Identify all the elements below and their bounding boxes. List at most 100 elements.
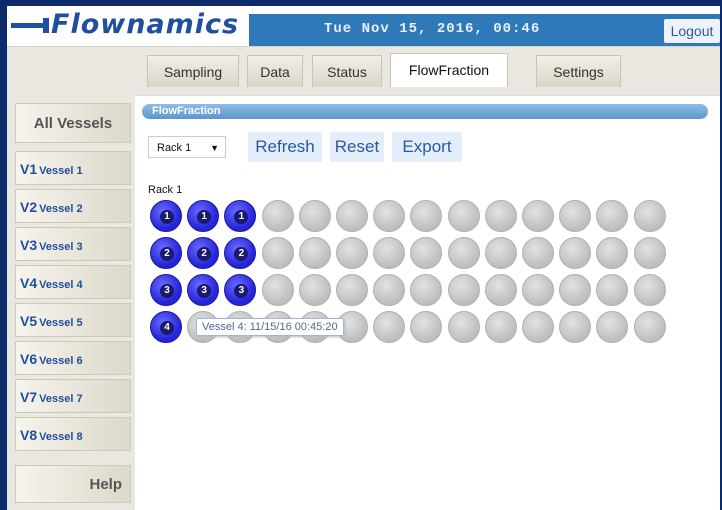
well-r3-c6[interactable] [336,274,368,306]
well-r3-c13[interactable] [596,274,629,306]
vessel-name: Vessel 7 [39,393,83,405]
well-r4-c9[interactable] [447,311,480,343]
vessel-name: Vessel 5 [39,317,83,329]
well-r3-c1[interactable]: 3 [150,274,182,306]
sidebar: All Vessels V1 Vessel 1 V2 Vessel 2 V3 Vessel… [7,95,135,510]
sidebar-item-vessel-6[interactable]: V6 Vessel 6 [15,341,131,375]
logo: Flownamics [7,6,249,44]
header-bar: Tue Nov 15, 2016, 00:46 Logout [249,14,720,46]
well-r2-c6[interactable] [336,237,368,269]
sidebar-item-all-vessels[interactable]: All Vessels [15,103,131,143]
well-r1-c5[interactable] [298,200,331,232]
well-r4-c1[interactable]: 4 [150,311,182,343]
well-number-badge: 1 [234,210,249,224]
well-r2-c2[interactable]: 2 [187,237,220,269]
well-r3-c2[interactable]: 3 [187,274,220,306]
well-number-badge: 1 [197,210,212,224]
tab-sampling[interactable]: Sampling [147,55,239,87]
vessel-code: V7 [20,389,38,405]
well-number-badge: 2 [197,247,212,261]
well-r2-c1[interactable]: 2 [150,237,182,269]
vessel-code: V2 [20,199,38,215]
app-frame: Flownamics Tue Nov 15, 2016, 00:46 Logou… [7,6,720,510]
logout-button[interactable]: Logout [664,19,720,43]
vessel-code: V6 [20,351,38,367]
well-r2-c12[interactable] [559,237,592,269]
sidebar-item-vessel-3[interactable]: V3 Vessel 3 [15,227,131,261]
well-r4-c12[interactable] [559,311,592,343]
well-grid: 1 1 1 2 2 2 3 3 3 4 [138,96,720,356]
sidebar-item-vessel-1[interactable]: V1 Vessel 1 [15,151,131,185]
header-datetime: Tue Nov 15, 2016, 00:46 [324,21,541,37]
well-r2-c5[interactable] [298,237,331,269]
well-r3-c11[interactable] [522,274,554,306]
well-r3-c10[interactable] [484,274,517,306]
well-r4-c8[interactable] [410,311,443,343]
well-r3-c4[interactable] [261,274,294,306]
well-r1-c3[interactable]: 1 [224,200,257,232]
well-r2-c8[interactable] [410,237,443,269]
nav-tabs: Sampling Data Status FlowFraction Settin… [7,46,720,96]
well-r2-c11[interactable] [522,237,554,269]
vessel-name: Vessel 3 [39,241,83,253]
well-r3-c3[interactable]: 3 [224,274,257,306]
well-r4-c7[interactable] [373,311,406,343]
sidebar-item-vessel-7[interactable]: V7 Vessel 7 [15,379,131,413]
tab-data[interactable]: Data [247,55,303,87]
well-r1-c13[interactable] [596,200,629,232]
well-r3-c5[interactable] [298,274,331,306]
well-r2-c10[interactable] [484,237,517,269]
well-r2-c13[interactable] [596,237,629,269]
vessel-name: Vessel 8 [39,431,83,443]
well-r1-c2[interactable]: 1 [187,200,220,232]
vessel-code: V3 [20,237,38,253]
well-r3-c8[interactable] [410,274,443,306]
vessel-name: Vessel 6 [39,355,83,367]
well-r2-c4[interactable] [261,237,294,269]
well-r1-c11[interactable] [522,200,554,232]
vessel-code: V1 [20,161,38,177]
tab-status[interactable]: Status [312,55,382,87]
tab-flowfraction[interactable]: FlowFraction [390,53,508,87]
sidebar-item-vessel-5[interactable]: V5 Vessel 5 [15,303,131,337]
well-r1-c12[interactable] [559,200,592,232]
well-r4-c11[interactable] [522,311,554,343]
well-r2-c14[interactable] [633,237,666,269]
well-r1-c9[interactable] [447,200,480,232]
well-r1-c1[interactable]: 1 [150,200,182,232]
well-number-badge: 4 [160,321,174,335]
tab-settings[interactable]: Settings [536,55,621,87]
well-r1-c4[interactable] [261,200,294,232]
tooltip: Vessel 4: 11/15/16 00:45:20 [196,318,344,336]
well-r1-c8[interactable] [410,200,443,232]
well-number-badge: 2 [234,247,249,261]
vessel-name: Vessel 1 [39,165,83,177]
well-r3-c7[interactable] [373,274,406,306]
sidebar-item-vessel-8[interactable]: V8 Vessel 8 [15,417,131,451]
well-r2-c3[interactable]: 2 [224,237,257,269]
well-number-badge: 1 [160,210,174,224]
well-r3-c12[interactable] [559,274,592,306]
well-number-badge: 2 [160,247,174,261]
well-r4-c14[interactable] [633,311,666,343]
sidebar-item-vessel-2[interactable]: V2 Vessel 2 [15,189,131,223]
vessel-code: V4 [20,275,38,291]
sidebar-item-vessel-4[interactable]: V4 Vessel 4 [15,265,131,299]
logo-text: Flownamics [51,9,240,40]
well-r1-c10[interactable] [484,200,517,232]
well-r1-c14[interactable] [633,200,666,232]
well-r3-c14[interactable] [633,274,666,306]
vessel-code: V5 [20,313,38,329]
well-r4-c13[interactable] [596,311,629,343]
well-number-badge: 3 [197,284,212,298]
well-r4-c10[interactable] [484,311,517,343]
well-r3-c9[interactable] [447,274,480,306]
vessel-code: V8 [20,427,38,443]
well-r2-c7[interactable] [373,237,406,269]
main-content: FlowFraction Rack 1 ▼ Refresh Reset Expo… [138,96,720,510]
sidebar-item-help[interactable]: Help [15,465,131,503]
vessel-name: Vessel 4 [39,279,83,291]
well-r2-c9[interactable] [447,237,480,269]
well-r1-c7[interactable] [373,200,406,232]
well-r1-c6[interactable] [336,200,368,232]
